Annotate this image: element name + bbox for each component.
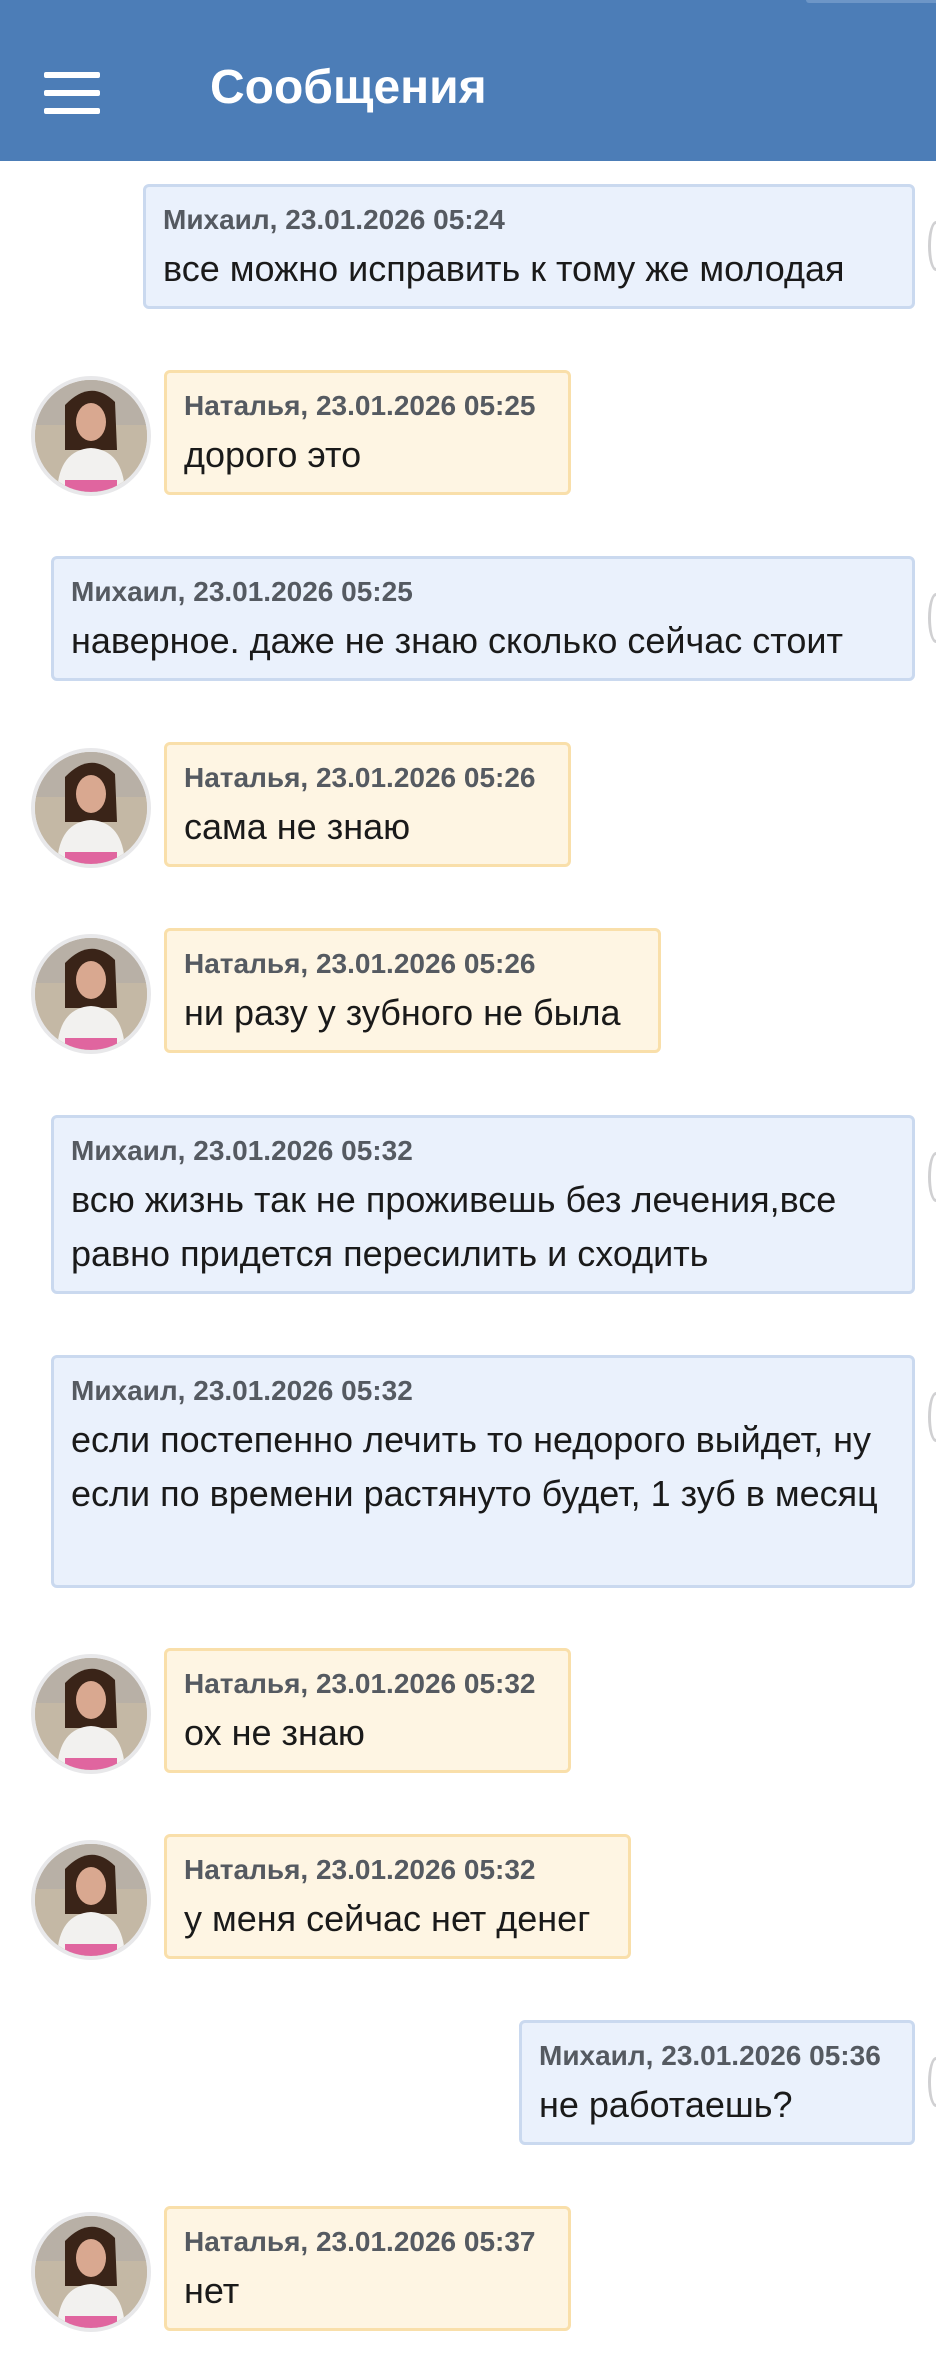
message-meta: Михаил, 23.01.2026 05:25 (71, 576, 413, 607)
sender-avatar-edge (928, 2057, 936, 2107)
message-bubble-incoming[interactable]: Наталья, 23.01.2026 05:25 дорого это (164, 370, 571, 495)
avatar[interactable] (31, 376, 151, 496)
message-text: всю жизнь так не проживешь без лечения,в… (71, 1179, 837, 1274)
message-bubble-incoming[interactable]: Наталья, 23.01.2026 05:26 ни разу у зубн… (164, 928, 661, 1053)
message-text: нет (184, 2270, 240, 2311)
message-bubble-outgoing[interactable]: Михаил, 23.01.2026 05:25 наверное. даже … (51, 556, 915, 681)
message-meta: Наталья, 23.01.2026 05:26 (184, 948, 536, 979)
message-text: дорого это (184, 434, 362, 475)
message-meta: Наталья, 23.01.2026 05:25 (184, 390, 536, 421)
message-bubble-outgoing[interactable]: Михаил, 23.01.2026 05:24 все можно испра… (143, 184, 915, 309)
avatar[interactable] (31, 1840, 151, 1960)
hamburger-menu-icon[interactable] (44, 72, 100, 114)
message-text: у меня сейчас нет денег (184, 1898, 591, 1939)
app-header: Сообщения (0, 0, 936, 161)
page-title: Сообщения (210, 61, 487, 114)
message-text: если постепенно лечить то недорого выйде… (71, 1419, 878, 1514)
message-bubble-incoming[interactable]: Наталья, 23.01.2026 05:32 у меня сейчас … (164, 1834, 631, 1959)
avatar[interactable] (31, 934, 151, 1054)
message-bubble-incoming[interactable]: Наталья, 23.01.2026 05:37 нет (164, 2206, 571, 2331)
message-bubble-outgoing[interactable]: Михаил, 23.01.2026 05:36 не работаешь? (519, 2020, 915, 2145)
sender-avatar-edge (928, 593, 936, 643)
avatar-photo (35, 1844, 147, 1956)
message-meta: Михаил, 23.01.2026 05:32 (71, 1375, 413, 1406)
message-text: сама не знаю (184, 806, 411, 847)
message-meta: Наталья, 23.01.2026 05:26 (184, 762, 536, 793)
avatar-photo (35, 752, 147, 864)
avatar-photo (35, 380, 147, 492)
message-text: ни разу у зубного не была (184, 992, 621, 1033)
message-meta: Михаил, 23.01.2026 05:32 (71, 1135, 413, 1166)
message-meta: Михаил, 23.01.2026 05:36 (539, 2040, 881, 2071)
message-bubble-outgoing[interactable]: Михаил, 23.01.2026 05:32 если постепенно… (51, 1355, 915, 1588)
message-text: наверное. даже не знаю сколько сейчас ст… (71, 620, 843, 661)
sender-avatar-edge (928, 221, 936, 271)
message-meta: Михаил, 23.01.2026 05:24 (163, 204, 505, 235)
message-text: не работаешь? (539, 2084, 793, 2125)
avatar[interactable] (31, 748, 151, 868)
message-bubble-incoming[interactable]: Наталья, 23.01.2026 05:26 сама не знаю (164, 742, 571, 867)
message-meta: Наталья, 23.01.2026 05:32 (184, 1854, 536, 1885)
avatar-photo (35, 938, 147, 1050)
message-text: все можно исправить к тому же молодая (163, 248, 845, 289)
sender-avatar-edge (928, 1152, 936, 1202)
message-text: ох не знаю (184, 1712, 365, 1753)
avatar[interactable] (31, 1654, 151, 1774)
avatar-photo (35, 2216, 147, 2328)
header-tab-edge (806, 0, 936, 3)
message-bubble-incoming[interactable]: Наталья, 23.01.2026 05:32 ох не знаю (164, 1648, 571, 1773)
message-bubble-outgoing[interactable]: Михаил, 23.01.2026 05:32 всю жизнь так н… (51, 1115, 915, 1294)
avatar[interactable] (31, 2212, 151, 2332)
message-meta: Наталья, 23.01.2026 05:32 (184, 1668, 536, 1699)
avatar-photo (35, 1658, 147, 1770)
sender-avatar-edge (928, 1392, 936, 1442)
message-feed[interactable]: Михаил, 23.01.2026 05:24 все можно испра… (0, 161, 936, 2353)
message-meta: Наталья, 23.01.2026 05:37 (184, 2226, 536, 2257)
